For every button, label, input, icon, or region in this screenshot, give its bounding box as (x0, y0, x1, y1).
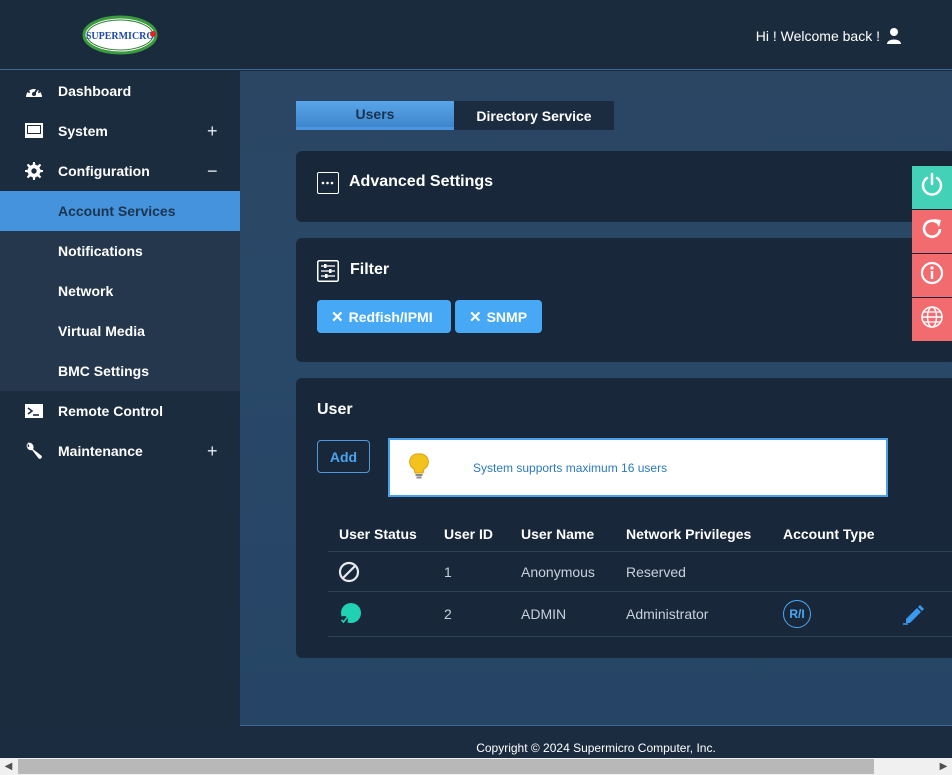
sidebar-item-configuration[interactable]: Configuration − (0, 151, 240, 191)
column-header-account-type[interactable]: Account Type (783, 526, 875, 542)
sidebar-item-virtual-media[interactable]: Virtual Media (0, 311, 240, 351)
column-header-privileges[interactable]: Network Privileges (626, 526, 751, 542)
ellipsis-icon (317, 172, 339, 194)
enabled-icon (338, 602, 362, 629)
globe-icon (919, 304, 945, 335)
lightbulb-icon (409, 453, 429, 481)
expand-icon[interactable]: + (207, 441, 218, 462)
notice-text: System supports maximum 16 users (473, 461, 668, 475)
user-name: Anonymous (521, 564, 595, 580)
sidebar-item-account-services[interactable]: Account Services (0, 191, 240, 231)
sidebar-item-notifications[interactable]: Notifications (0, 231, 240, 271)
network-privilege: Administrator (626, 606, 709, 622)
close-icon[interactable]: ✕ (331, 308, 344, 326)
filter-title: Filter (350, 261, 390, 278)
sidebar-item-label: BMC Settings (58, 363, 149, 379)
sidebar-item-bmc-settings[interactable]: BMC Settings (0, 351, 240, 391)
tab-directory-service[interactable]: Directory Service (454, 101, 614, 130)
sidebar-item-label: Remote Control (58, 403, 163, 419)
user-icon[interactable] (886, 27, 902, 45)
sidebar-item-label: Virtual Media (58, 323, 145, 339)
sidebar-item-label: Network (58, 283, 114, 299)
welcome-text: Hi ! Welcome back ! (755, 28, 880, 44)
top-header: SUPERMICRO Hi ! Welcome back ! (0, 0, 952, 70)
column-header-status[interactable]: User Status (339, 526, 417, 542)
scroll-right-arrow-icon[interactable]: ▶ (935, 758, 952, 775)
sidebar-item-remote-control[interactable]: Remote Control (0, 391, 240, 431)
user-id: 2 (444, 606, 452, 622)
reset-icon (919, 216, 945, 247)
sidebar-item-label: System (58, 123, 108, 139)
sidebar-item-label: Configuration (58, 163, 150, 179)
user-id: 1 (444, 564, 452, 580)
scrollbar-thumb[interactable] (18, 759, 874, 774)
sidebar-item-label: Dashboard (58, 83, 132, 99)
copyright-text: Copyright © 2024 Supermicro Computer, In… (476, 741, 716, 755)
language-button[interactable] (912, 298, 952, 341)
filter-chip-snmp[interactable]: ✕ SNMP (455, 300, 542, 333)
sidebar-item-maintenance[interactable]: Maintenance + (0, 431, 240, 471)
filter-chip-redfish-ipmi[interactable]: ✕ Redfish/IPMI (317, 300, 451, 333)
gauge-icon (24, 82, 44, 100)
column-header-name[interactable]: User Name (521, 526, 594, 542)
svg-text:SUPERMICRO: SUPERMICRO (86, 31, 155, 42)
collapse-icon[interactable]: − (207, 161, 218, 182)
divider (328, 591, 952, 592)
power-icon (919, 172, 945, 203)
welcome-message: Hi ! Welcome back ! (756, 27, 902, 45)
network-privilege: Reserved (626, 564, 686, 580)
scroll-left-arrow-icon[interactable]: ◀ (0, 758, 17, 775)
reset-button[interactable] (912, 210, 952, 253)
advanced-settings-title: Advanced Settings (349, 173, 494, 190)
sidebar-item-network[interactable]: Network (0, 271, 240, 311)
tab-users[interactable]: Users (296, 101, 454, 130)
user-card: User Add System supports maximum 16 user… (296, 378, 952, 658)
advanced-settings-card[interactable]: Advanced Settings (296, 151, 952, 222)
expand-icon[interactable]: + (207, 121, 218, 142)
info-icon (919, 260, 945, 291)
supermicro-logo[interactable]: SUPERMICRO (82, 15, 158, 55)
chip-label: Redfish/IPMI (348, 308, 433, 325)
disabled-icon (338, 561, 360, 586)
chip-label: SNMP (486, 308, 528, 325)
divider (328, 636, 952, 637)
sidebar-item-label: Maintenance (58, 443, 143, 459)
add-user-button[interactable]: Add (317, 440, 370, 473)
sliders-icon (317, 260, 339, 282)
footer: Copyright © 2024 Supermicro Computer, In… (240, 726, 952, 758)
user-section-title: User (317, 401, 353, 418)
info-notice: System supports maximum 16 users (388, 438, 888, 497)
sidebar-item-dashboard[interactable]: Dashboard (0, 71, 240, 111)
terminal-icon (24, 402, 44, 420)
close-icon[interactable]: ✕ (469, 308, 482, 326)
horizontal-scrollbar[interactable]: ◀ ▶ (0, 758, 952, 775)
account-type-badge: R/I (783, 600, 811, 628)
divider (328, 551, 952, 552)
sidebar-item-system[interactable]: System + (0, 111, 240, 151)
wrench-icon (24, 442, 44, 460)
user-name: ADMIN (521, 606, 567, 622)
monitor-icon (24, 122, 44, 140)
info-button[interactable] (912, 254, 952, 297)
sidebar-item-label: Account Services (58, 203, 176, 219)
power-button[interactable] (912, 166, 952, 209)
sidebar: Dashboard System + Configuration − Accou… (0, 71, 240, 725)
sidebar-item-label: Notifications (58, 243, 143, 259)
column-header-id[interactable]: User ID (444, 526, 493, 542)
edit-icon[interactable] (902, 602, 926, 629)
filter-card: Filter ✕ Redfish/IPMI ✕ SNMP (296, 238, 952, 362)
gear-icon (24, 162, 44, 180)
